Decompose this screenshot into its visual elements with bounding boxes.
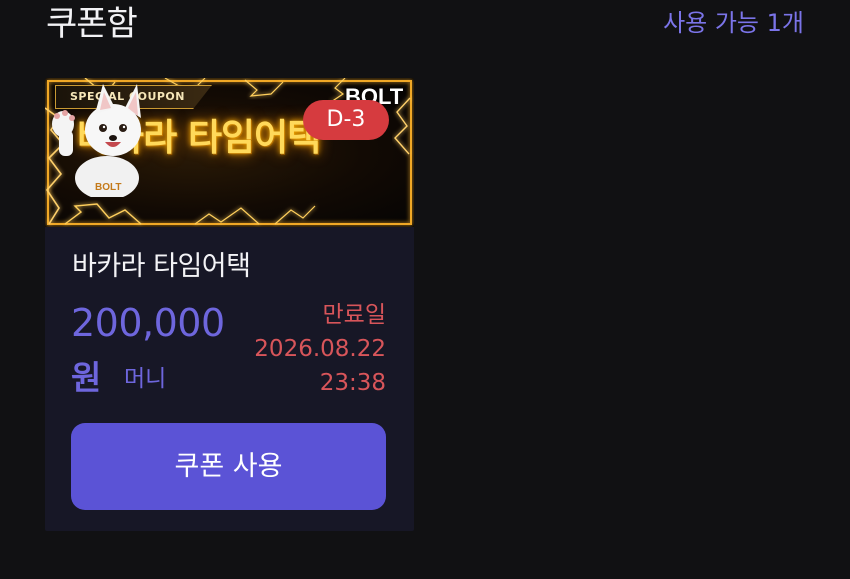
use-coupon-button[interactable]: 쿠폰 사용 <box>71 423 386 510</box>
expiry-label: 만료일 <box>322 302 386 328</box>
expiry-time: 23:38 <box>319 370 386 396</box>
dog-mascot-icon: BOLT <box>52 84 141 197</box>
available-count: 사용 가능 1개 <box>663 9 804 37</box>
coupon-name: 바카라 타임어택 <box>72 251 251 282</box>
page-title: 쿠폰함 <box>46 4 138 44</box>
coupon-box-page: 쿠폰함 사용 가능 1개 SPECIAL COUPON 바카라 타임어택 BOL… <box>0 0 850 579</box>
coupon-banner: SPECIAL COUPON 바카라 타임어택 BOLT BOLT D-3 <box>45 78 414 227</box>
money-type: 머니 <box>124 366 167 392</box>
coupon-amount: 200,000 <box>71 301 225 345</box>
dday-badge: D-3 <box>303 100 389 140</box>
svg-text:BOLT: BOLT <box>95 182 121 193</box>
coupon-card: SPECIAL COUPON 바카라 타임어택 BOLT BOLT D-3 바카… <box>45 78 414 531</box>
currency-unit: 원 <box>71 358 102 397</box>
expiry-date: 2026.08.22 <box>254 336 386 362</box>
